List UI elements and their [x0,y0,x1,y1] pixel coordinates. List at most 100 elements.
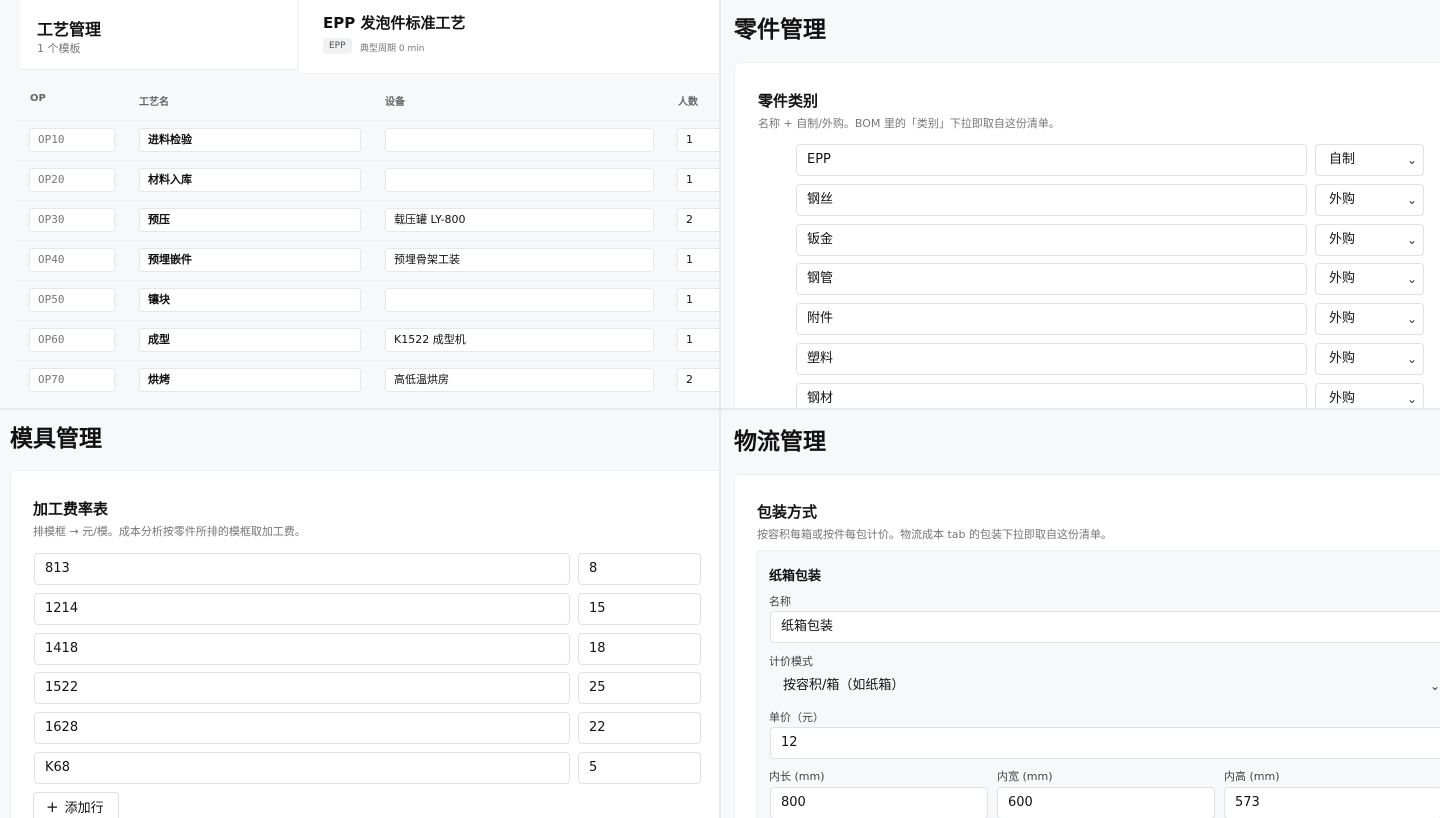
chevron-down-icon: ⌄ [1406,272,1417,286]
people-input[interactable]: 1 [677,288,719,312]
process-name-input[interactable]: 预埋嵌件 [139,248,361,272]
card-title: 加工费率表 [33,500,109,518]
mode-label: 计价模式 [769,655,813,668]
category-name-input[interactable]: 钢管 [796,263,1307,295]
frame-input[interactable]: 1522 [34,672,570,704]
source-value: 外购 [1329,391,1356,406]
rate-input[interactable]: 8 [578,553,701,585]
card-title: 零件类别 [758,92,819,110]
parts-title: 零件管理 [734,17,826,43]
mold-panel: 模具管理 加工费率表 排模框 → 元/模。成本分析按零件所排的模框取加工费。 8… [0,410,719,818]
equipment-input[interactable]: 预埋骨架工装 [385,248,654,272]
card-subtitle: 按容积每箱或按件每包计价。物流成本 tab 的包装下拉即取自这份清单。 [757,528,1113,541]
source-value: 外购 [1329,311,1356,326]
process-name-input[interactable]: 材料入库 [139,168,361,192]
pack-name-input[interactable]: 纸箱包装 [770,611,1440,643]
process-name-input[interactable]: 成型 [139,328,361,352]
source-select[interactable]: 外购 ⌄ [1315,184,1424,216]
chevron-down-icon: ⌄ [1406,352,1417,366]
inner-length-input[interactable]: 800 [770,787,988,818]
op-input[interactable]: OP20 [29,168,115,192]
category-name-input[interactable]: 钣金 [796,224,1307,256]
source-value: 外购 [1329,271,1356,286]
inner-width-label: 内宽 (mm) [997,770,1053,783]
category-name-input[interactable]: 附件 [796,303,1307,335]
source-value: 外购 [1329,232,1356,247]
op-input[interactable]: OP60 [29,328,115,352]
add-row-button[interactable]: + 添加行 [33,792,119,818]
frame-input[interactable]: 1418 [34,633,570,665]
col-header-name: 工艺名 [139,97,169,108]
equipment-input[interactable] [385,288,654,312]
mold-title: 模具管理 [10,426,102,452]
template-title: EPP 发泡件标准工艺 [323,14,466,32]
unit-price-input[interactable]: 12 [770,727,1440,759]
source-select[interactable]: 外购 ⌄ [1315,383,1424,408]
pricing-mode-value: 按容积/箱（如纸箱） [783,678,905,693]
op-input[interactable]: OP50 [29,288,115,312]
equipment-input[interactable]: 高低温烘房 [385,368,654,392]
inner-height-input[interactable]: 573 [1224,787,1440,818]
equipment-input[interactable]: 载压罐 LY-800 [385,208,654,232]
rate-input[interactable]: 18 [578,633,701,665]
part-category-card: 零件类别 名称 + 自制/外购。BOM 里的「类别」下拉即取自这份清单。 EPP… [734,62,1440,408]
table-row: OP70 烘烤 高低温烘房 2 [18,360,719,400]
process-name-input[interactable]: 镶块 [139,288,361,312]
material-tag: EPP [323,38,352,54]
process-name-input[interactable]: 烘烤 [139,368,361,392]
process-panel: 工艺管理 1 个模板 EPP 发泡件标准工艺 EPP 典型周期 0 min OP… [0,0,719,408]
equipment-input[interactable] [385,128,654,152]
source-value: 外购 [1329,351,1356,366]
frame-input[interactable]: K68 [34,752,570,784]
op-input[interactable]: OP70 [29,368,115,392]
frame-input[interactable]: 1628 [34,712,570,744]
table-row: OP60 成型 K1522 成型机 1 [18,320,719,360]
col-header-people: 人数 [678,97,698,108]
table-row: OP50 镶块 1 [18,280,719,320]
process-list-item[interactable]: 工艺管理 1 个模板 [20,0,298,70]
name-label: 名称 [769,595,791,608]
chevron-down-icon: ⌄ [1406,193,1417,207]
card-subtitle: 名称 + 自制/外购。BOM 里的「类别」下拉即取自这份清单。 [758,117,1060,130]
rate-input[interactable]: 5 [578,752,701,784]
chevron-down-icon: ⌄ [1406,392,1417,406]
category-name-input[interactable]: 塑料 [796,343,1307,375]
people-input[interactable]: 2 [677,208,719,232]
rate-input[interactable]: 25 [578,672,701,704]
source-select[interactable]: 外购 ⌄ [1315,263,1424,295]
people-input[interactable]: 1 [677,168,719,192]
category-name-input[interactable]: 钢材 [796,383,1307,408]
logistics-panel: 物流管理 包装方式 按容积每箱或按件每包计价。物流成本 tab 的包装下拉即取自… [721,410,1440,818]
process-title: 工艺管理 [37,20,102,39]
card-subtitle: 排模框 → 元/模。成本分析按零件所排的模框取加工费。 [33,525,306,538]
people-input[interactable]: 1 [677,248,719,272]
chevron-down-icon: ⌄ [1406,312,1417,326]
source-select[interactable]: 外购 ⌄ [1315,303,1424,335]
category-name-input[interactable]: EPP [796,144,1307,176]
process-name-input[interactable]: 预压 [139,208,361,232]
rate-input[interactable]: 15 [578,593,701,625]
source-value: 外购 [1329,192,1356,207]
op-input[interactable]: OP30 [29,208,115,232]
rate-input[interactable]: 22 [578,712,701,744]
inner-width-input[interactable]: 600 [997,787,1215,818]
equipment-input[interactable] [385,168,654,192]
op-input[interactable]: OP10 [29,128,115,152]
source-select[interactable]: 自制 ⌄ [1315,144,1424,176]
source-select[interactable]: 外购 ⌄ [1315,224,1424,256]
process-name-input[interactable]: 进料检验 [139,128,361,152]
template-header: EPP 发泡件标准工艺 EPP 典型周期 0 min [299,0,719,74]
people-input[interactable]: 2 [677,368,719,392]
pricing-mode-select[interactable]: 按容积/箱（如纸箱） ⌄ [770,671,1440,703]
people-input[interactable]: 1 [677,128,719,152]
op-input[interactable]: OP40 [29,248,115,272]
chevron-down-icon: ⌄ [1429,679,1440,693]
category-name-input[interactable]: 钢丝 [796,184,1307,216]
frame-input[interactable]: 1214 [34,593,570,625]
people-input[interactable]: 1 [677,328,719,352]
frame-input[interactable]: 813 [34,553,570,585]
plus-icon: + [46,798,59,816]
equipment-input[interactable]: K1522 成型机 [385,328,654,352]
logistics-title: 物流管理 [734,429,826,455]
source-select[interactable]: 外购 ⌄ [1315,343,1424,375]
